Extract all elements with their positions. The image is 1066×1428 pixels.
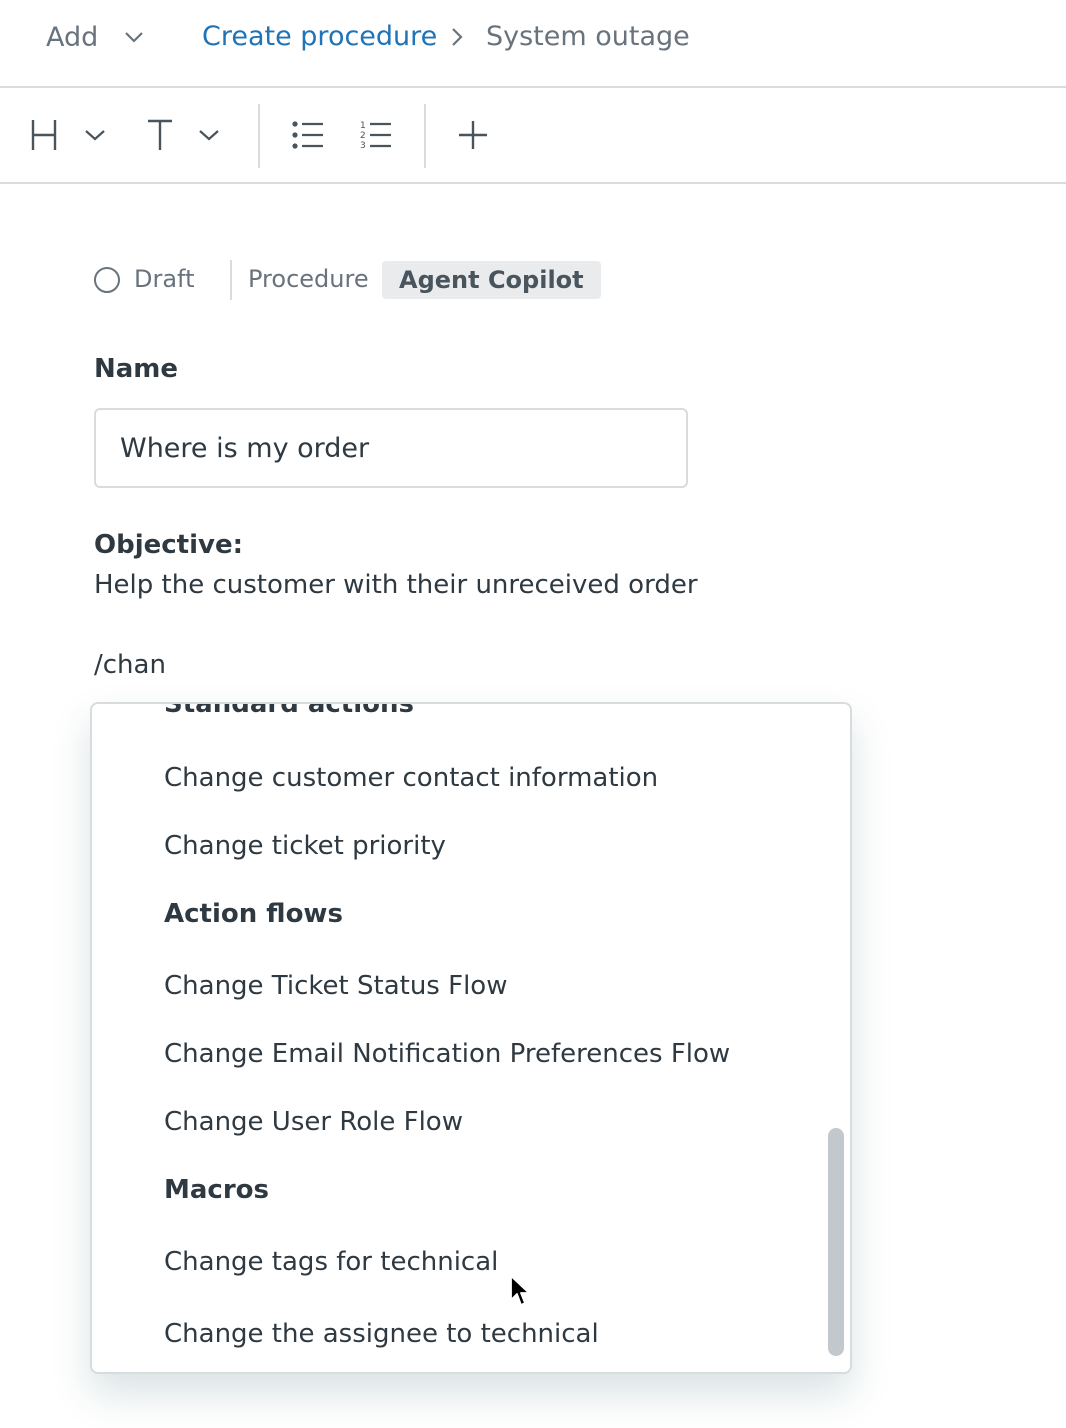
menu-item[interactable]: Change the assignee to technical bbox=[164, 1300, 599, 1368]
status-divider bbox=[230, 260, 232, 300]
toolbar-divider bbox=[424, 104, 426, 168]
heading-dropdown-button[interactable] bbox=[30, 88, 106, 182]
plus-icon bbox=[459, 121, 487, 149]
numbered-list-icon: 1 2 3 bbox=[360, 121, 391, 151]
formatting-toolbar: 1 2 3 bbox=[0, 88, 1066, 184]
name-field-label: Name bbox=[94, 354, 179, 384]
insert-button[interactable] bbox=[458, 88, 488, 182]
draft-radio-icon[interactable] bbox=[94, 267, 120, 293]
toolbar-divider bbox=[258, 104, 260, 168]
status-row: Draft Procedure Agent Copilot bbox=[92, 258, 692, 302]
objective-text[interactable]: Help the customer with their unreceived … bbox=[94, 570, 698, 600]
menu-item[interactable]: Change customer contact information bbox=[164, 744, 658, 812]
add-dropdown-button[interactable]: Add bbox=[46, 18, 144, 56]
menu-section-header: Macros bbox=[164, 1175, 269, 1205]
slash-command-menu: Standard actions Change customer contact… bbox=[90, 702, 852, 1374]
menu-item[interactable]: Change User Role Flow bbox=[164, 1088, 463, 1156]
menu-scroll-area[interactable]: Standard actions Change customer contact… bbox=[92, 704, 850, 1372]
top-bar: Add Create procedure System outage bbox=[0, 0, 1066, 88]
menu-item[interactable]: Change Email Notification Preferences Fl… bbox=[164, 1020, 730, 1088]
bulleted-list-icon bbox=[292, 121, 323, 149]
chevron-right-icon bbox=[452, 28, 463, 46]
menu-section-header: Standard actions bbox=[164, 704, 414, 719]
add-label: Add bbox=[46, 21, 99, 53]
chevron-down-icon bbox=[125, 32, 144, 43]
draft-status-label: Draft bbox=[134, 265, 195, 293]
svg-text:2: 2 bbox=[360, 131, 366, 141]
slash-command-text[interactable]: /chan bbox=[94, 650, 166, 680]
breadcrumb-link-create-procedure[interactable]: Create procedure bbox=[202, 18, 437, 56]
menu-item[interactable]: Change tags for technical bbox=[164, 1228, 498, 1296]
text-style-dropdown-button[interactable] bbox=[146, 88, 220, 182]
menu-section-header: Action flows bbox=[164, 899, 343, 929]
name-input[interactable] bbox=[94, 408, 688, 488]
menu-scrollbar[interactable] bbox=[828, 1128, 844, 1356]
text-icon bbox=[148, 119, 172, 150]
procedure-type-label: Procedure bbox=[248, 265, 369, 293]
agent-copilot-tag: Agent Copilot bbox=[382, 261, 601, 299]
bulleted-list-button[interactable] bbox=[292, 88, 324, 182]
heading-icon bbox=[31, 120, 57, 150]
numbered-list-button[interactable]: 1 2 3 bbox=[360, 88, 392, 182]
mouse-pointer-icon bbox=[510, 1275, 530, 1306]
menu-item[interactable]: Change Ticket Status Flow bbox=[164, 952, 507, 1020]
svg-text:1: 1 bbox=[360, 121, 366, 131]
chevron-down-icon bbox=[85, 130, 105, 141]
menu-item[interactable]: Change ticket priority bbox=[164, 812, 446, 880]
svg-text:3: 3 bbox=[360, 141, 366, 151]
chevron-down-icon bbox=[199, 130, 219, 141]
breadcrumb-current: System outage bbox=[486, 21, 690, 52]
objective-label: Objective: bbox=[94, 530, 243, 560]
